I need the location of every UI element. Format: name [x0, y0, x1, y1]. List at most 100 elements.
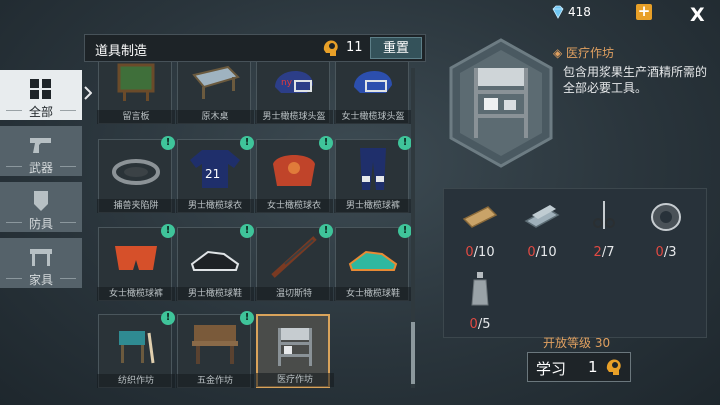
category-all[interactable]: 全部 [0, 70, 82, 120]
recipe-tile[interactable]: ! 温切斯特 [255, 224, 333, 301]
loom-icon [119, 331, 155, 364]
panel-title: 道具制造 [95, 44, 148, 59]
recipe-scrollbar-thumb[interactable] [411, 322, 415, 384]
new-badge: ! [319, 224, 333, 238]
wood-plank-icon [462, 206, 498, 228]
recipe-tile[interactable]: ! 五金作坊 [176, 311, 254, 388]
material-need: /10 [473, 245, 495, 260]
helmet-icon [354, 70, 392, 93]
recipe-tile[interactable]: ! 捕兽夹陷阱 [97, 136, 175, 213]
category-armor-label: 防具 [28, 217, 53, 231]
reset-button[interactable]: 重置 [370, 37, 422, 59]
category-all-label: 全部 [28, 105, 53, 119]
shield-icon [34, 191, 48, 211]
cleats-icon [190, 250, 240, 271]
new-badge: ! [319, 136, 333, 150]
recipe-tile[interactable]: ! 男士橄榄球鞋 [176, 224, 254, 301]
learn-button[interactable]: 学习 1 [527, 352, 631, 382]
recipe-name: 女士橄榄球裤 [97, 287, 175, 301]
recipe-name: 女士橄榄球鞋 [334, 287, 412, 301]
skill-point-icon [606, 359, 621, 375]
add-currency-button[interactable]: + [636, 4, 652, 20]
shorts-icon [115, 246, 157, 270]
recipe-name: 男士橄榄球鞋 [176, 287, 254, 301]
recipe-name: 男士橄榄球头盔 [255, 110, 333, 124]
material-need: /3 [663, 245, 677, 260]
plus-icon: + [637, 2, 651, 20]
material-slot[interactable]: 2/7 [576, 193, 632, 263]
skill-point-icon [323, 40, 338, 56]
recipe-tile[interactable]: ! 女士橄榄球衣 [255, 136, 333, 213]
material-have: 0 [469, 317, 478, 332]
recipe-name: 医疗作坊 [256, 373, 334, 387]
diamond-icon [552, 5, 564, 19]
material-have: 0 [527, 245, 536, 260]
material-have: 0 [465, 245, 474, 260]
material-slot[interactable]: 0/3 [638, 193, 694, 263]
recipe-tile[interactable]: 留言板 [97, 62, 175, 124]
material-need: /5 [477, 317, 491, 332]
material-need: /7 [601, 245, 615, 260]
grid-icon [30, 79, 51, 99]
top-bar: 418 + X [0, 0, 720, 28]
log-table-icon [192, 65, 240, 99]
material-slot[interactable]: 0/10 [514, 193, 570, 263]
learn-label: 学习 [536, 360, 567, 378]
material-have: 0 [655, 245, 664, 260]
notice-board-icon [117, 63, 155, 101]
helmet-icon: ny [275, 70, 313, 93]
material-have: 2 [593, 245, 602, 260]
material-slot[interactable]: 0/5 [452, 265, 508, 335]
recipe-tile-selected[interactable]: 医疗作坊 [256, 314, 334, 388]
category-weapons-label: 武器 [28, 161, 53, 175]
crafting-header: 道具制造 11 重置 [84, 34, 426, 62]
svg-text:ny: ny [281, 78, 293, 88]
detail-name: 医疗作坊 [566, 46, 615, 60]
recipe-tile[interactable]: ny 男士橄榄球头盔 [255, 62, 333, 124]
gem-count: 418 [568, 5, 591, 19]
recipe-grid: 留言板 原木桌 ny 男士橄榄球头盔 女士橄榄球头盔 ! 捕兽夹陷阱 21 ! … [96, 62, 418, 394]
recipe-name: 女士橄榄球头盔 [334, 110, 412, 124]
recipe-name: 男士橄榄球衣 [176, 199, 254, 213]
recipe-tile[interactable]: ! 男士橄榄球裤 [334, 136, 412, 213]
new-badge: ! [240, 136, 254, 150]
recipe-tile[interactable]: ! 女士橄榄球鞋 [334, 224, 412, 301]
new-badge: ! [161, 311, 175, 325]
recipe-name: 温切斯特 [255, 287, 333, 301]
bear-trap-icon [112, 159, 160, 185]
bottle-icon [471, 272, 489, 306]
category-furniture-label: 家具 [28, 273, 53, 287]
category-weapons[interactable]: 武器 [0, 126, 82, 176]
recipe-name: 男士橄榄球裤 [334, 199, 412, 213]
recipe-tile[interactable]: ! 女士橄榄球裤 [97, 224, 175, 301]
rifle-icon [271, 236, 317, 278]
medical-station-preview [449, 38, 553, 168]
workbench-icon [192, 325, 238, 364]
cleats-icon [348, 250, 398, 271]
recipe-tile[interactable]: 女士橄榄球头盔 [334, 62, 412, 124]
new-badge: ! [398, 136, 412, 150]
pants-icon [360, 148, 386, 190]
unlock-level: 开放等级 30 [543, 336, 611, 350]
recipe-name: 五金作坊 [176, 374, 254, 388]
close-button[interactable]: X [690, 4, 705, 26]
recipe-tile[interactable]: ! 纺织作坊 [97, 311, 175, 388]
category-armor[interactable]: 防具 [0, 182, 82, 232]
new-badge: ! [161, 224, 175, 238]
chevron-right-icon [84, 86, 92, 100]
material-need: /10 [535, 245, 557, 260]
recipe-name: 留言板 [97, 110, 175, 124]
recipe-name: 原木桌 [176, 110, 254, 124]
tape-roll-icon [651, 203, 681, 231]
new-badge: ! [240, 311, 254, 325]
new-badge: ! [398, 224, 412, 238]
materials-panel: 0/10 0/10 2/7 0/3 0/5 [443, 188, 707, 338]
recipe-name: 女士橄榄球衣 [255, 199, 333, 213]
recipe-tile[interactable]: 21 ! 男士橄榄球衣 [176, 136, 254, 213]
scissors-icon [593, 201, 615, 229]
recipe-tile[interactable]: 原木桌 [176, 62, 254, 124]
category-furniture[interactable]: 家具 [0, 238, 82, 288]
detail-description: 包含用浆果生产酒精所需的全部必要工具。 [563, 65, 708, 95]
material-slot[interactable]: 0/10 [452, 193, 508, 263]
metal-bar-icon [524, 205, 560, 228]
